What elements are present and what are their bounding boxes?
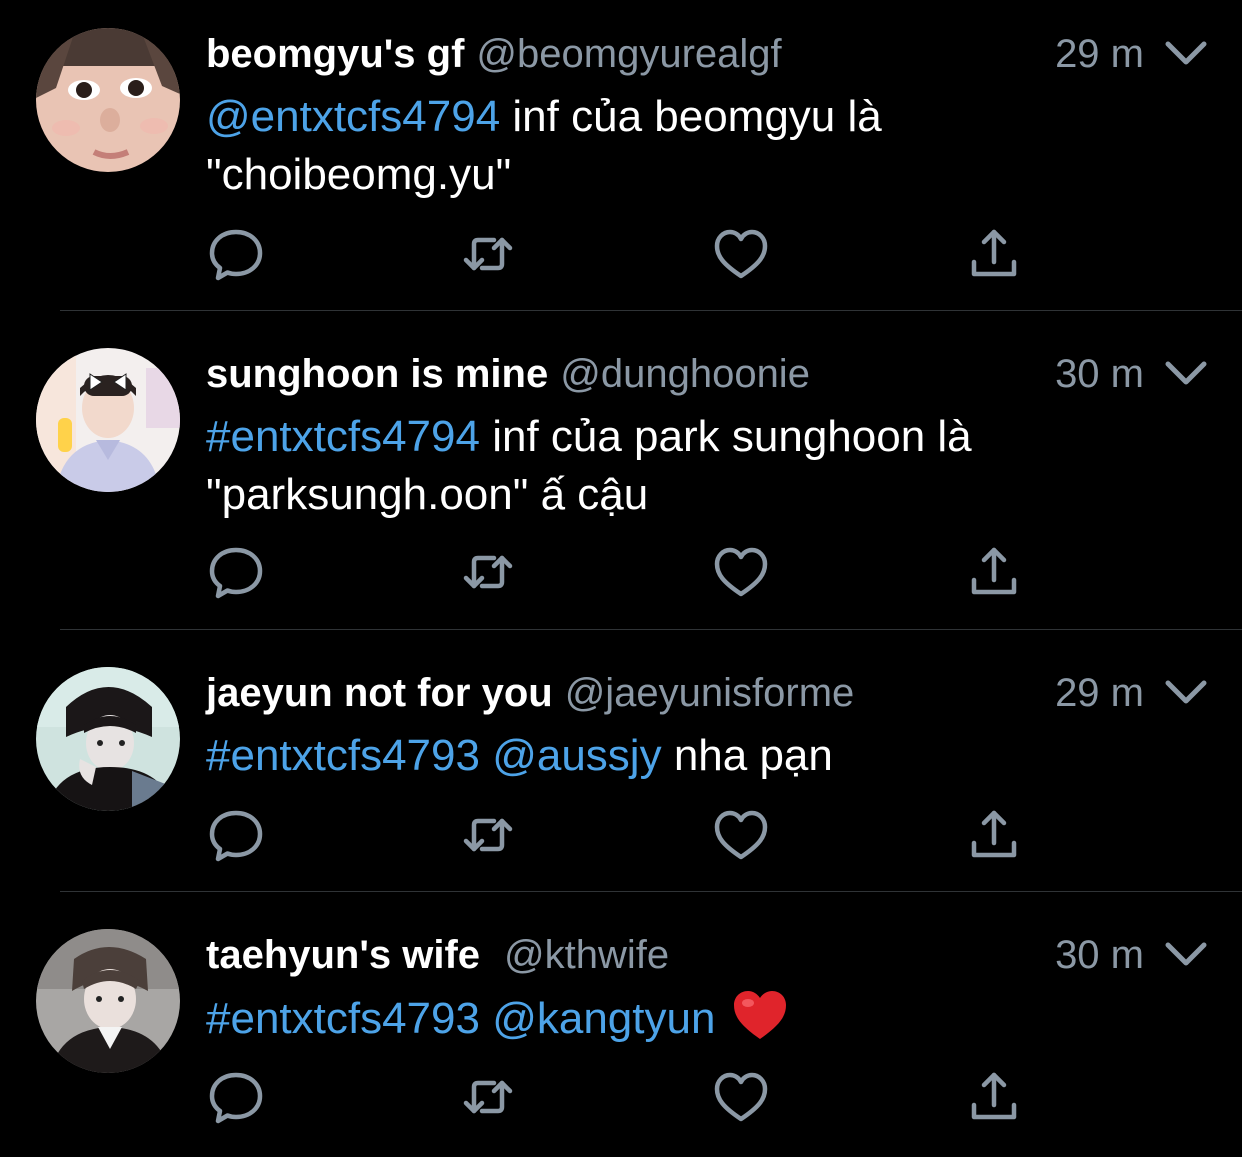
chevron-down-icon[interactable] [1164,40,1208,68]
avatar[interactable] [36,929,180,1073]
timestamp: 29 m [1055,32,1144,76]
tweet-text-line: "choibeomg.yu" [206,150,512,199]
retweet-icon[interactable] [458,542,518,602]
divider [60,629,1242,630]
hashtag-link[interactable]: #entxtcfs4794 [206,412,480,461]
avatar[interactable] [36,667,180,811]
timestamp: 30 m [1055,933,1144,977]
divider [60,310,1242,311]
avatar[interactable] [36,348,180,492]
share-icon[interactable] [964,224,1024,284]
retweet-icon[interactable] [458,224,518,284]
reply-icon[interactable] [206,224,266,284]
tweet-1[interactable]: beomgyu's gf @beomgyurealgf 29 m @entxtcf… [0,0,1242,310]
display-name[interactable]: taehyun's wife [206,933,480,977]
retweet-icon[interactable] [458,805,518,865]
like-icon[interactable] [711,542,771,602]
tweet-text: @entxtcfs4794 inf của beomgyu là "choibe… [206,88,1166,204]
divider [60,891,1242,892]
tweet-actions [206,224,1046,284]
tweet-text-part: inf của beomgyu là [500,92,882,141]
user-handle[interactable]: @kthwife [504,933,669,977]
share-icon[interactable] [964,542,1024,602]
tweet-text-part: nha pạn [661,731,833,780]
tweet-text-line: "parksungh.oon" ấ cậu [206,470,649,519]
tweet-header: sunghoon is mine @dunghoonie [206,350,810,398]
share-icon[interactable] [964,1067,1024,1127]
chevron-down-icon[interactable] [1164,941,1208,969]
tweet-header: taehyun's wife @kthwife [206,931,669,979]
timestamp: 29 m [1055,671,1144,715]
like-icon[interactable] [711,1067,771,1127]
mention-link[interactable]: @kangtyun [492,994,715,1043]
tweet-actions [206,805,1046,865]
like-icon[interactable] [711,224,771,284]
tweet-text: #entxtcfs4794 inf của park sunghoon là "… [206,408,1166,524]
chevron-down-icon[interactable] [1164,360,1208,388]
mention-link[interactable]: @aussjy [492,731,661,780]
share-icon[interactable] [964,805,1024,865]
tweet-text-part: inf của park sunghoon là [479,412,972,461]
reply-icon[interactable] [206,1067,266,1127]
user-handle[interactable]: @jaeyunisforme [565,671,855,715]
tweet-header: jaeyun not for you @jaeyunisforme [206,669,854,717]
tweet-4[interactable]: taehyun's wife @kthwife 30 m #entxtcfs479… [0,901,1242,1157]
reply-icon[interactable] [206,542,266,602]
user-handle[interactable]: @dunghoonie [560,352,810,396]
tweet-text: #entxtcfs4793 @kangtyun [206,989,1166,1048]
hashtag-link[interactable]: #entxtcfs4793 [206,994,480,1043]
tweet-actions [206,542,1046,602]
mention-link[interactable]: @entxtcfs4794 [206,92,500,141]
avatar[interactable] [36,28,180,172]
reply-icon[interactable] [206,805,266,865]
chevron-down-icon[interactable] [1164,679,1208,707]
display-name[interactable]: beomgyu's gf [206,32,464,76]
tweet-3[interactable]: jaeyun not for you @jaeyunisforme 29 m #e… [0,639,1242,891]
tweet-2[interactable]: sunghoon is mine @dunghoonie 30 m #entxtc… [0,320,1242,630]
tweet-text: #entxtcfs4793 @aussjy nha pạn [206,727,1166,785]
retweet-icon[interactable] [458,1067,518,1127]
tweet-actions [206,1067,1046,1127]
hashtag-link[interactable]: #entxtcfs4793 [206,731,480,780]
display-name[interactable]: jaeyun not for you [206,671,553,715]
tweet-header: beomgyu's gf @beomgyurealgf [206,30,782,78]
user-handle[interactable]: @beomgyurealgf [476,32,781,76]
timestamp: 30 m [1055,352,1144,396]
red-heart-emoji [732,989,788,1041]
like-icon[interactable] [711,805,771,865]
display-name[interactable]: sunghoon is mine [206,352,548,396]
